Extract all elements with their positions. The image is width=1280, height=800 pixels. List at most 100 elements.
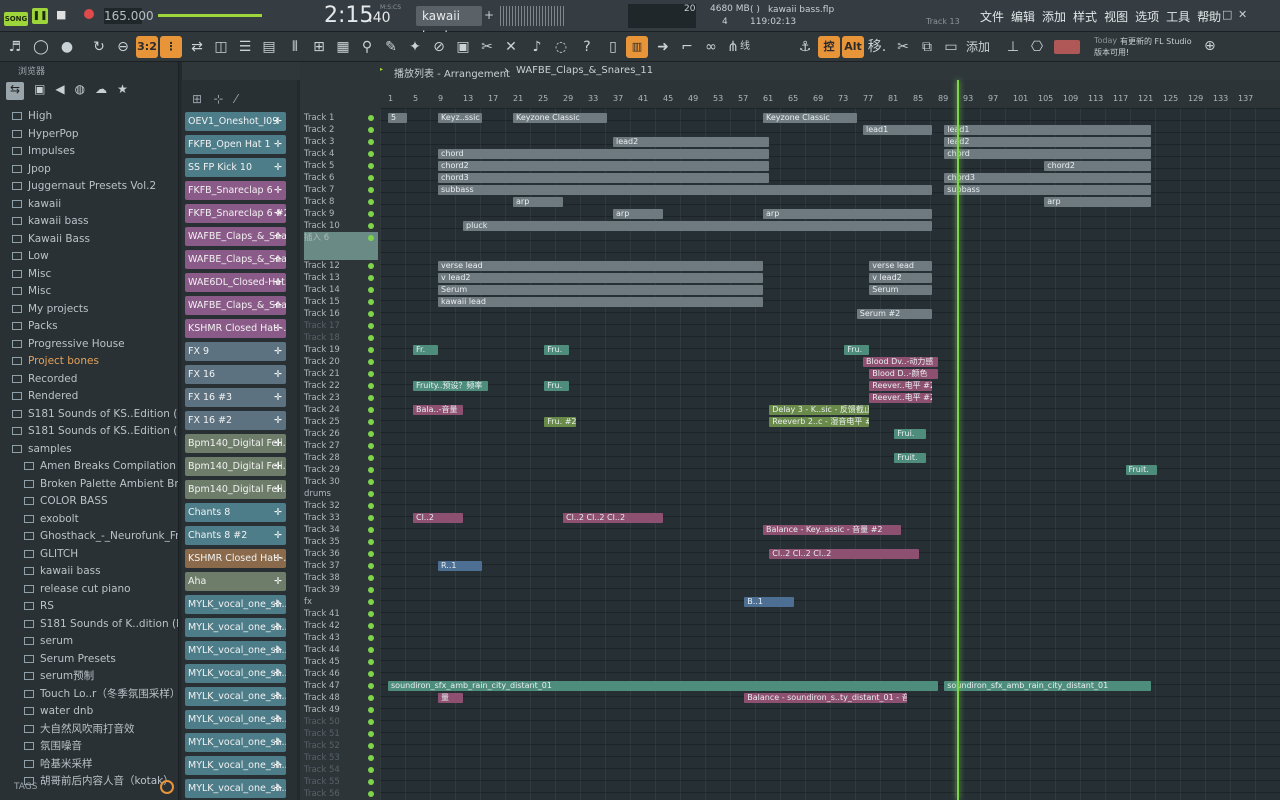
playlist-clip[interactable]: Keyz..ssic [438,113,482,123]
channel-grip-icon[interactable]: ✛ [272,641,284,660]
countdown-icon[interactable]: ☰ [234,36,256,58]
scroll-icon[interactable]: ⇄ [186,36,208,58]
track-header[interactable]: Track 23 [304,392,378,404]
channel-grip-icon[interactable]: ✛ [272,273,284,292]
browser-item[interactable]: 哈基米采样 [0,756,178,773]
browser-item[interactable]: COLOR BASS [0,493,178,510]
track-mute-led[interactable] [368,647,374,653]
track-header[interactable]: Track 20 [304,356,378,368]
chat-icon[interactable]: ◌ [550,36,572,58]
track-mute-led[interactable] [368,683,374,689]
playlist-icon[interactable]: ▤ [258,36,280,58]
paint-icon[interactable]: ✎ [380,36,402,58]
playlist-clip[interactable]: lead2 [944,137,1151,147]
playlist-clip[interactable]: Frui. [894,429,926,439]
save-icon[interactable]: ▣ [452,36,474,58]
channel-grip-icon[interactable]: ✛ [272,710,284,729]
track-header[interactable]: Track 26 [304,428,378,440]
delete-icon[interactable]: ✦ [404,36,426,58]
channel-button[interactable]: MYLK_vocal_one_sh... ✛ [185,710,286,729]
metronome-icon[interactable]: ◯ [30,36,52,58]
track-mute-led[interactable] [368,383,374,389]
browser-item[interactable]: Packs [0,318,178,335]
alt-button[interactable]: Alt [842,36,864,58]
track-header[interactable]: Track 12 [304,260,378,272]
browser-item[interactable]: S181 Sounds of K..dition (Dharma) [0,616,178,633]
track-mute-led[interactable] [368,187,374,193]
channel-button[interactable]: Bpm140_Digital Feli... ✛ [185,480,286,499]
channel-grip-icon[interactable]: ✛ [272,595,284,614]
track-mute-led[interactable] [368,395,374,401]
track-mute-led[interactable] [368,635,374,641]
channel-button[interactable]: MYLK_vocal_one_sh... ✛ [185,595,286,614]
track-mute-led[interactable] [368,139,374,145]
track-header[interactable]: Track 35 [304,536,378,548]
playlist-clip[interactable]: Fru. [844,345,870,355]
typing-keyboard-icon[interactable]: ♬ [4,36,26,58]
menu-edit[interactable]: 编辑 [1011,8,1035,24]
track-mute-led[interactable] [368,611,374,617]
pattern-selector[interactable]: kawaii lead [416,6,482,43]
playlist-clip[interactable]: Bala..-音量 [413,405,463,415]
track-mute-led[interactable] [368,419,374,425]
browser-item[interactable]: water dnb [0,703,178,720]
track-header[interactable]: Track 54 [304,764,378,776]
track-header[interactable]: Track 42 [304,620,378,632]
browser-item[interactable]: kawaii [0,196,178,213]
browser-item[interactable]: RS [0,598,178,615]
track-mute-led[interactable] [368,431,374,437]
channel-grip-icon[interactable]: ✛ [272,526,284,545]
track-header[interactable]: Track 3 [304,136,378,148]
browser-item[interactable]: Serum Presets [0,651,178,668]
color-picker[interactable] [1054,40,1080,54]
track-mute-led[interactable] [368,275,374,281]
channel-grip-icon[interactable]: ✛ [272,296,284,315]
menu-view[interactable]: 视图 [1104,8,1128,24]
channel-grip-icon[interactable]: ✛ [272,457,284,476]
playlist-clip[interactable]: v lead2 [869,273,932,283]
cloud-tab-icon[interactable]: ☁ [95,82,107,100]
track-header[interactable]: Track 34 [304,524,378,536]
track-header[interactable]: Track 1 [304,112,378,124]
track-header[interactable]: Track 47 [304,680,378,692]
track-header[interactable]: Track 41 [304,608,378,620]
track-header[interactable]: 插入 6 [304,232,378,260]
track-header[interactable]: fx [304,596,378,608]
track-mute-led[interactable] [368,587,374,593]
channel-button[interactable]: OEV1_Oneshot_I09 ✛ [185,112,286,131]
scissors-icon[interactable]: ✂ [892,36,914,58]
track-header[interactable]: Track 7 [304,184,378,196]
record-button[interactable] [84,9,94,19]
track-mute-led[interactable] [368,299,374,305]
track-header[interactable]: Track 24 [304,404,378,416]
browser-item[interactable]: Juggernaut Presets Vol.2 [0,178,178,195]
channel-button[interactable]: FKFB_Snareclap 6 ✛ [185,181,286,200]
track-mute-led[interactable] [368,311,374,317]
browser-item[interactable]: Amen Breaks Compilation [0,458,178,475]
playlist-clip[interactable]: Balance - soundiron_s..ty_distant_01 - 音… [744,693,907,703]
channel-grip-icon[interactable]: ✛ [272,342,284,361]
playlist-clip[interactable]: R..1 [438,561,482,571]
playlist-clip[interactable]: Fruity..预设？频率 [413,381,488,391]
browser-item[interactable]: release cut piano [0,581,178,598]
arrow-right-icon[interactable]: ➜ [652,36,674,58]
track-header[interactable]: Track 33 [304,512,378,524]
browser-item[interactable]: HyperPop [0,126,178,143]
track-header[interactable]: Track 25 [304,416,378,428]
playlist-clip[interactable]: pluck [463,221,932,231]
add-pattern-button[interactable]: + [484,8,494,22]
add-button[interactable]: 添加 [966,38,990,55]
piano-roll-icon[interactable]: ▦ [332,36,354,58]
menu-tools[interactable]: 工具 [1166,8,1190,24]
channel-button[interactable]: Bpm140_Digital Feli... ✛ [185,434,286,453]
track-mute-led[interactable] [368,263,374,269]
playlist-clip[interactable]: chord3 [438,173,770,183]
playlist-clip[interactable]: Blood D..-颜色 [869,369,938,379]
song-mode-badge[interactable]: SONG [4,12,28,26]
playlist-clip[interactable]: Fr. [413,345,438,355]
playlist-clip[interactable]: chord [438,149,770,159]
draw-icon[interactable]: ⌐ [676,36,698,58]
playlist-clip[interactable]: Fru. [544,381,570,391]
play-button[interactable]: ❚❚ [32,8,48,24]
track-header[interactable]: Track 38 [304,572,378,584]
